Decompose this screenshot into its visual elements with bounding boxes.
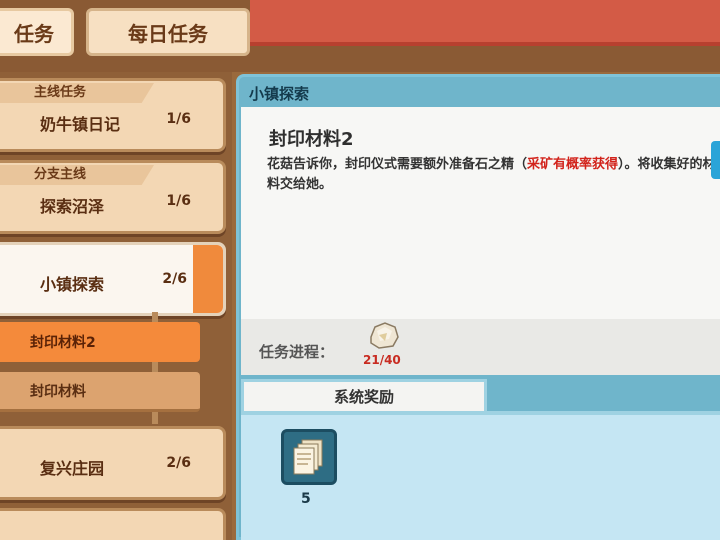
quest-name: 探索沼泽 [40,197,105,216]
document-stack-icon [293,439,323,475]
tab-daily-quests[interactable]: 每日任务 [86,8,250,56]
side-tab-button[interactable] [711,141,720,179]
progress-count: 21/40 [363,353,401,367]
quest-card-branch[interactable]: 分支主线 探索沼泽 1/6 [0,160,226,234]
quest-card-town-explore[interactable]: 小镇探索 2/6 [0,242,226,316]
desc-text: 花菇告诉你，封印仪式需要额外准备石之精（ [267,157,528,172]
header-banner [250,0,720,46]
quest-name: 小镇探索 [40,275,105,294]
quest-detail-panel: 小镇探索 封印材料2 花菇告诉你，封印仪式需要额外准备石之精（采矿有概率获得）。… [236,74,720,540]
top-bar: 任务 每日任务 [0,0,720,72]
quest-card-revive-farm[interactable]: 复兴庄园 2/6 [0,426,226,500]
quest-progress-row: 任务进程： 21/40 [241,319,720,375]
quest-progress: 1/6 [166,111,191,127]
quest-category: 主线任务 [0,83,154,103]
quest-description: 花菇告诉你，封印仪式需要额外准备石之精（采矿有概率获得）。将收集好的材料交给她。 [267,155,719,195]
sub-quest-label: 封印材料2 [30,335,96,351]
quest-title: 封印材料2 [269,129,354,150]
quest-card-main[interactable]: 主线任务 奶牛镇日记 1/6 [0,78,226,152]
progress-label: 任务进程： [259,343,335,361]
quest-detail-box: 封印材料2 花菇告诉你，封印仪式需要额外准备石之精（采矿有概率获得）。将收集好的… [241,107,720,319]
reward-item-slot[interactable] [281,429,337,485]
quest-name: 复兴庄园 [40,459,105,478]
sub-quest-seal-material[interactable]: 封印材料 [0,372,200,412]
quest-category: 分支主线 [0,165,154,185]
quest-card-next[interactable] [0,508,226,540]
tab-quests[interactable]: 任务 [0,8,74,56]
reward-tab[interactable]: 系统奖励 [241,379,487,411]
sub-quest-seal-material-2[interactable]: 封印材料2 [0,322,200,362]
quest-progress: 2/6 [166,455,191,471]
ore-stone-icon[interactable] [365,319,401,351]
reward-area: 5 [241,411,720,540]
quest-progress: 1/6 [166,193,191,209]
tab-daily-label: 每日任务 [128,21,208,46]
tab-quests-label: 任务 [14,21,54,46]
sub-quest-label: 封印材料 [30,383,86,400]
desc-highlight: 采矿有概率获得 [527,157,619,172]
quest-progress: 2/6 [162,271,187,287]
section-title: 小镇探索 [249,85,310,103]
reward-item-count: 5 [301,491,311,507]
reward-tab-label: 系统奖励 [333,388,394,406]
quest-name: 奶牛镇日记 [40,115,121,134]
